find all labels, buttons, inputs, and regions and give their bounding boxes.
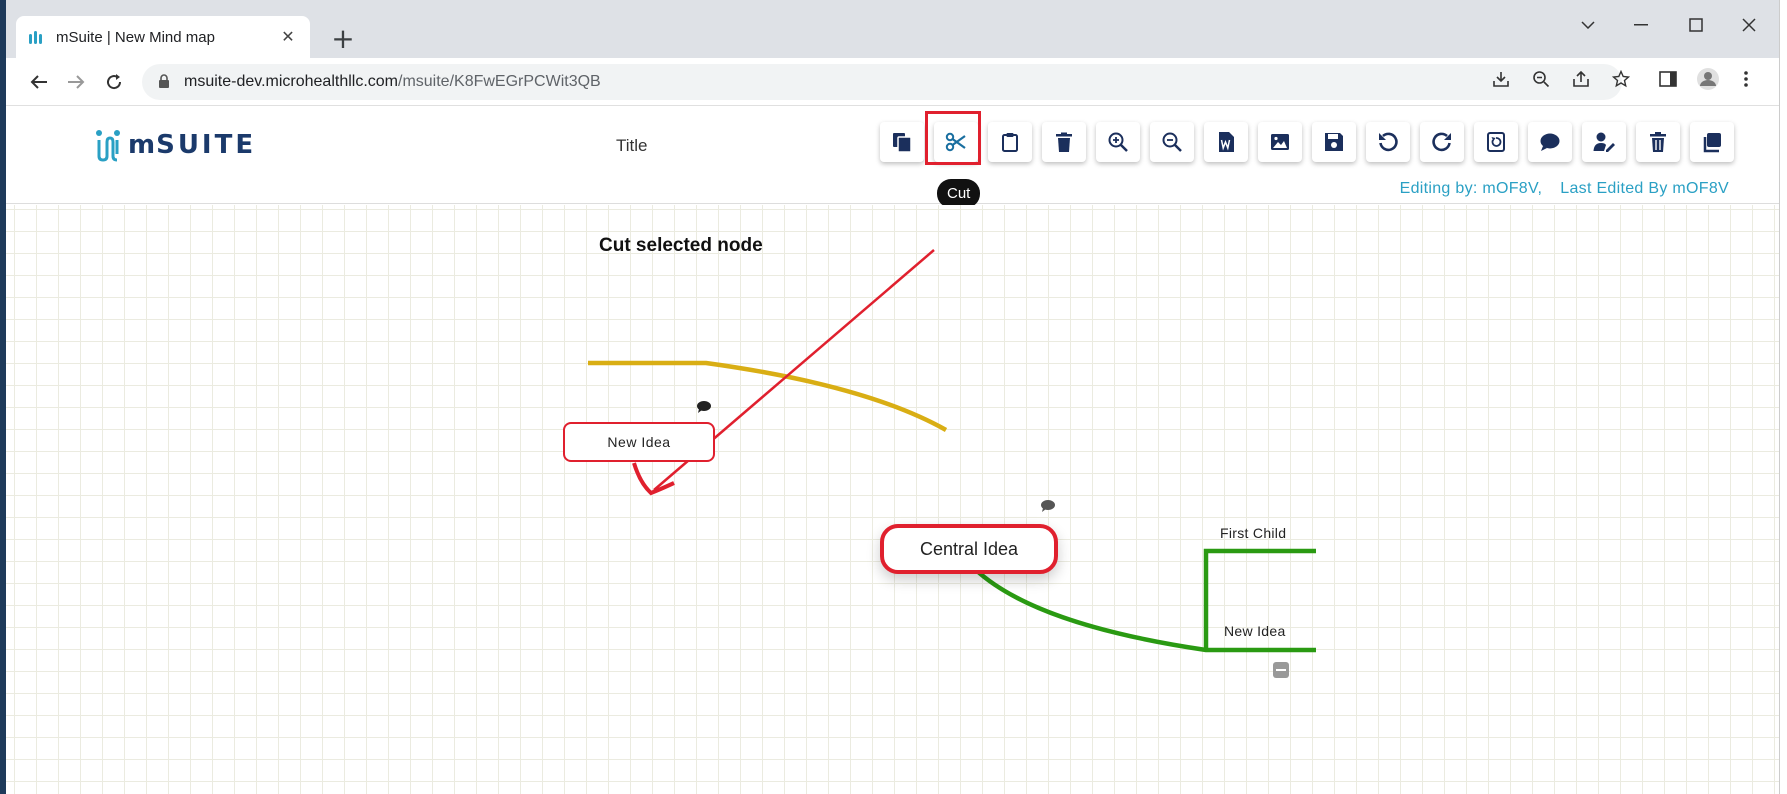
back-icon[interactable] — [24, 67, 54, 97]
profile-avatar-icon[interactable] — [1693, 64, 1723, 94]
image-export-icon — [1271, 134, 1289, 150]
trash-button[interactable] — [1636, 122, 1680, 162]
node-central-idea[interactable]: Central Idea — [880, 524, 1058, 574]
node-first-child[interactable]: First Child — [1220, 525, 1286, 541]
central-comment-icon[interactable] — [1040, 499, 1056, 513]
delete-node-icon — [1056, 132, 1072, 152]
page-title[interactable]: Title — [616, 136, 648, 156]
node-comment-icon[interactable] — [696, 400, 712, 414]
minimize-icon[interactable] — [1621, 10, 1661, 40]
zoom-in-button[interactable] — [1096, 122, 1140, 162]
undo-button[interactable] — [1366, 122, 1410, 162]
paste-icon — [1002, 133, 1018, 152]
tab-close-icon[interactable]: ✕ — [278, 27, 298, 47]
zoom-out-button[interactable] — [1150, 122, 1194, 162]
redo-button[interactable] — [1420, 122, 1464, 162]
logo-text: mSUITE — [128, 130, 257, 160]
paste-button[interactable] — [988, 122, 1032, 162]
undo-icon — [1379, 132, 1398, 152]
user-edit-icon — [1593, 132, 1615, 152]
copy-icon — [893, 133, 912, 153]
comment-button[interactable] — [1528, 122, 1572, 162]
install-icon[interactable] — [1486, 64, 1516, 94]
collapse-icon[interactable] — [1273, 662, 1289, 678]
tab-strip: mSuite | New Mind map ✕ + — [6, 0, 1779, 58]
comment-icon — [1540, 133, 1560, 151]
annotation-label: Cut selected node — [599, 235, 763, 256]
mindmap-toolbar — [880, 122, 1734, 162]
export-word-button[interactable] — [1204, 122, 1248, 162]
branch-yellow — [588, 360, 948, 432]
tab-title: mSuite | New Mind map — [56, 28, 215, 46]
browser-window: mSuite | New Mind map ✕ + msuite-dev.mic… — [6, 0, 1779, 794]
reset-button[interactable] — [1474, 122, 1518, 162]
msuite-logo: mSUITE — [94, 128, 256, 162]
cut-highlight-box — [925, 111, 981, 165]
forward-icon[interactable] — [61, 67, 91, 97]
trash-icon — [1650, 132, 1666, 152]
active-tab[interactable]: mSuite | New Mind map ✕ — [16, 16, 310, 58]
app-header: mSUITE Title Cut Editing by: mOF8V, Last… — [6, 106, 1779, 208]
last-edited-by: Last Edited By mOF8V — [1560, 180, 1729, 197]
zoom-out-icon — [1162, 132, 1182, 152]
reset-icon — [1487, 132, 1505, 152]
new-tab-button[interactable]: + — [328, 22, 358, 55]
node-selected-new-idea[interactable]: New Idea — [563, 422, 715, 462]
reload-icon[interactable] — [99, 67, 129, 97]
save-button[interactable] — [1312, 122, 1356, 162]
delete-node-button[interactable] — [1042, 122, 1086, 162]
zoom-icon[interactable] — [1526, 64, 1556, 94]
msuite-logo-icon — [96, 130, 120, 162]
maximize-icon[interactable] — [1676, 10, 1716, 40]
duplicate-button[interactable] — [1690, 122, 1734, 162]
url-path: /msuite/K8FwEGrPCWit3QB — [398, 73, 601, 90]
lock-icon — [158, 74, 172, 90]
editing-by: Editing by: mOF8V, — [1399, 180, 1543, 197]
editing-info: Editing by: mOF8V, Last Edited By mOF8V — [1382, 180, 1729, 198]
duplicate-icon — [1703, 133, 1721, 153]
save-icon — [1325, 133, 1343, 151]
side-panel-icon[interactable] — [1653, 64, 1683, 94]
browser-toolbar: msuite-dev.microhealthllc.com/msuite/K8F… — [6, 58, 1779, 106]
url-host: msuite-dev.microhealthllc.com — [184, 73, 398, 90]
address-bar[interactable]: msuite-dev.microhealthllc.com/msuite/K8F… — [142, 64, 1622, 100]
bookmark-star-icon[interactable] — [1606, 64, 1636, 94]
user-edit-button[interactable] — [1582, 122, 1626, 162]
word-export-icon — [1219, 132, 1234, 152]
redo-icon — [1432, 132, 1451, 152]
node-new-idea-child[interactable]: New Idea — [1224, 623, 1286, 639]
copy-button[interactable] — [880, 122, 924, 162]
tab-search-icon[interactable] — [1568, 10, 1608, 40]
share-icon[interactable] — [1566, 64, 1596, 94]
mindmap-canvas[interactable]: Cut selected node New Idea Central Idea … — [6, 205, 1779, 794]
background-window-edge — [1779, 0, 1787, 794]
branch-lines — [588, 249, 1316, 653]
zoom-in-icon — [1108, 132, 1128, 152]
export-image-button[interactable] — [1258, 122, 1302, 162]
browser-menu-icon[interactable] — [1731, 64, 1761, 94]
cut-tooltip: Cut — [937, 179, 981, 208]
close-window-icon[interactable] — [1729, 10, 1769, 40]
msuite-favicon-icon — [28, 28, 46, 46]
msuite-app: mSUITE Title Cut Editing by: mOF8V, Last… — [6, 106, 1779, 794]
